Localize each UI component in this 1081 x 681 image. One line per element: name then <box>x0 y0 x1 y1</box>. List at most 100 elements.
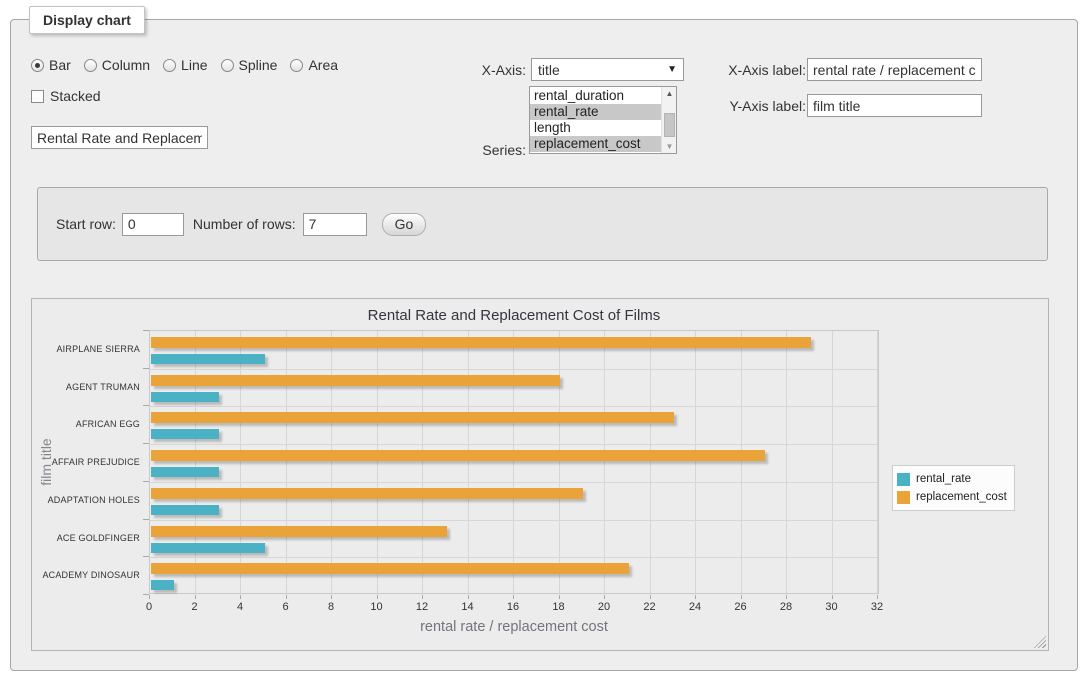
chart-type-line[interactable]: Line <box>163 57 207 73</box>
chart-title: Rental Rate and Replacement Cost of Film… <box>149 307 879 324</box>
replacement_cost-bar <box>151 450 765 461</box>
rental_rate-bar <box>151 392 219 402</box>
chart-type-bar[interactable]: Bar <box>31 57 71 73</box>
x-tick-label: 0 <box>134 601 164 613</box>
gridline <box>377 331 378 593</box>
gridline <box>150 444 878 445</box>
listbox-scrollbar[interactable]: ▲ ▼ <box>661 87 676 153</box>
gridline <box>286 331 287 593</box>
x-tick-label: 12 <box>407 601 437 613</box>
radio-icon[interactable] <box>221 59 234 72</box>
y-tick-mark <box>143 368 149 369</box>
x-tick-mark <box>695 595 696 599</box>
radio-icon[interactable] <box>84 59 97 72</box>
legend-swatch <box>897 473 910 486</box>
category-label: AIRPLANE SIERRA <box>32 344 140 354</box>
legend-label: rental_rate <box>916 473 971 485</box>
category-label: ACE GOLDFINGER <box>32 533 140 543</box>
x-tick-label: 30 <box>817 601 847 613</box>
x-tick-mark <box>422 595 423 599</box>
legend-item-replacement_cost: replacement_cost <box>897 488 1007 506</box>
rental_rate-bar <box>151 467 219 477</box>
rental_rate-bar <box>151 429 219 439</box>
gridline <box>877 331 878 593</box>
go-button[interactable]: Go <box>382 213 427 236</box>
scroll-down-icon[interactable]: ▼ <box>662 140 677 153</box>
series-option-replacement_cost[interactable]: replacement_cost <box>530 136 661 152</box>
resize-handle-icon[interactable] <box>1034 636 1046 648</box>
radio-icon[interactable] <box>31 59 44 72</box>
stacked-label: Stacked <box>50 88 101 104</box>
x-tick-label: 28 <box>771 601 801 613</box>
series-option-rental_duration[interactable]: rental_duration <box>530 88 661 104</box>
replacement_cost-bar <box>151 337 811 348</box>
x-axis-label-input[interactable] <box>807 58 982 81</box>
gridline <box>150 369 878 370</box>
rental_rate-bar <box>151 505 219 515</box>
series-listbox[interactable]: rental_durationrental_ratelengthreplacem… <box>529 86 677 154</box>
chart-type-column[interactable]: Column <box>84 57 150 73</box>
x-axis-selected-value: title <box>538 62 560 78</box>
replacement_cost-bar <box>151 375 560 386</box>
x-tick-mark <box>786 595 787 599</box>
stacked-checkbox[interactable] <box>31 90 44 103</box>
category-label: AFRICAN EGG <box>32 419 140 429</box>
category-label: AFFAIR PREJUDICE <box>32 457 140 467</box>
display-chart-fieldset: Display chart BarColumnLineSplineArea St… <box>10 19 1078 671</box>
chart-plot-area <box>149 330 879 594</box>
gridline <box>240 331 241 593</box>
series-option-length[interactable]: length <box>530 120 661 136</box>
stacked-option[interactable]: Stacked <box>31 88 101 104</box>
gridline <box>150 520 878 521</box>
y-tick-mark <box>143 481 149 482</box>
x-tick-mark <box>513 595 514 599</box>
radio-label: Line <box>181 57 207 73</box>
num-rows-input[interactable] <box>303 213 367 236</box>
gridline <box>786 331 787 593</box>
y-axis-label-caption: Y-Axis label: <box>651 98 806 114</box>
radio-icon[interactable] <box>290 59 303 72</box>
chart-type-spline[interactable]: Spline <box>221 57 278 73</box>
chart-type-area[interactable]: Area <box>290 57 338 73</box>
start-row-input[interactable] <box>122 213 184 236</box>
gridline <box>832 331 833 593</box>
x-tick-mark <box>331 595 332 599</box>
x-tick-label: 20 <box>589 601 619 613</box>
x-tick-label: 8 <box>316 601 346 613</box>
category-label: ACADEMY DINOSAUR <box>32 570 140 580</box>
x-tick-mark <box>377 595 378 599</box>
gridline <box>650 331 651 593</box>
radio-label: Bar <box>49 57 71 73</box>
x-tick-label: 26 <box>726 601 756 613</box>
x-tick-label: 18 <box>544 601 574 613</box>
x-tick-label: 24 <box>680 601 710 613</box>
x-tick-mark <box>741 595 742 599</box>
gridline <box>741 331 742 593</box>
x-tick-mark <box>832 595 833 599</box>
chart-container: Rental Rate and Replacement Cost of Film… <box>31 298 1049 651</box>
x-tick-label: 10 <box>362 601 392 613</box>
gridline <box>604 331 605 593</box>
y-axis-label-input[interactable] <box>807 94 982 117</box>
x-tick-label: 22 <box>635 601 665 613</box>
radio-label: Spline <box>239 57 278 73</box>
category-label: AGENT TRUMAN <box>32 382 140 392</box>
x-tick-label: 2 <box>180 601 210 613</box>
x-tick-mark <box>877 595 878 599</box>
replacement_cost-bar <box>151 563 629 574</box>
y-tick-mark <box>143 443 149 444</box>
series-option-rental_rate[interactable]: rental_rate <box>530 104 661 120</box>
category-label: ADAPTATION HOLES <box>32 495 140 505</box>
rental_rate-bar <box>151 354 265 364</box>
radio-icon[interactable] <box>163 59 176 72</box>
x-tick-mark <box>195 595 196 599</box>
chart-legend: rental_rate replacement_cost <box>892 465 1015 511</box>
scrollbar-thumb[interactable] <box>664 113 675 137</box>
rental_rate-bar <box>151 543 265 553</box>
radio-label: Column <box>102 57 150 73</box>
x-tick-mark <box>604 595 605 599</box>
x-tick-label: 16 <box>498 601 528 613</box>
chart-title-input[interactable] <box>31 126 208 149</box>
y-tick-mark <box>143 556 149 557</box>
rows-panel: Start row: Number of rows: Go <box>37 187 1048 261</box>
